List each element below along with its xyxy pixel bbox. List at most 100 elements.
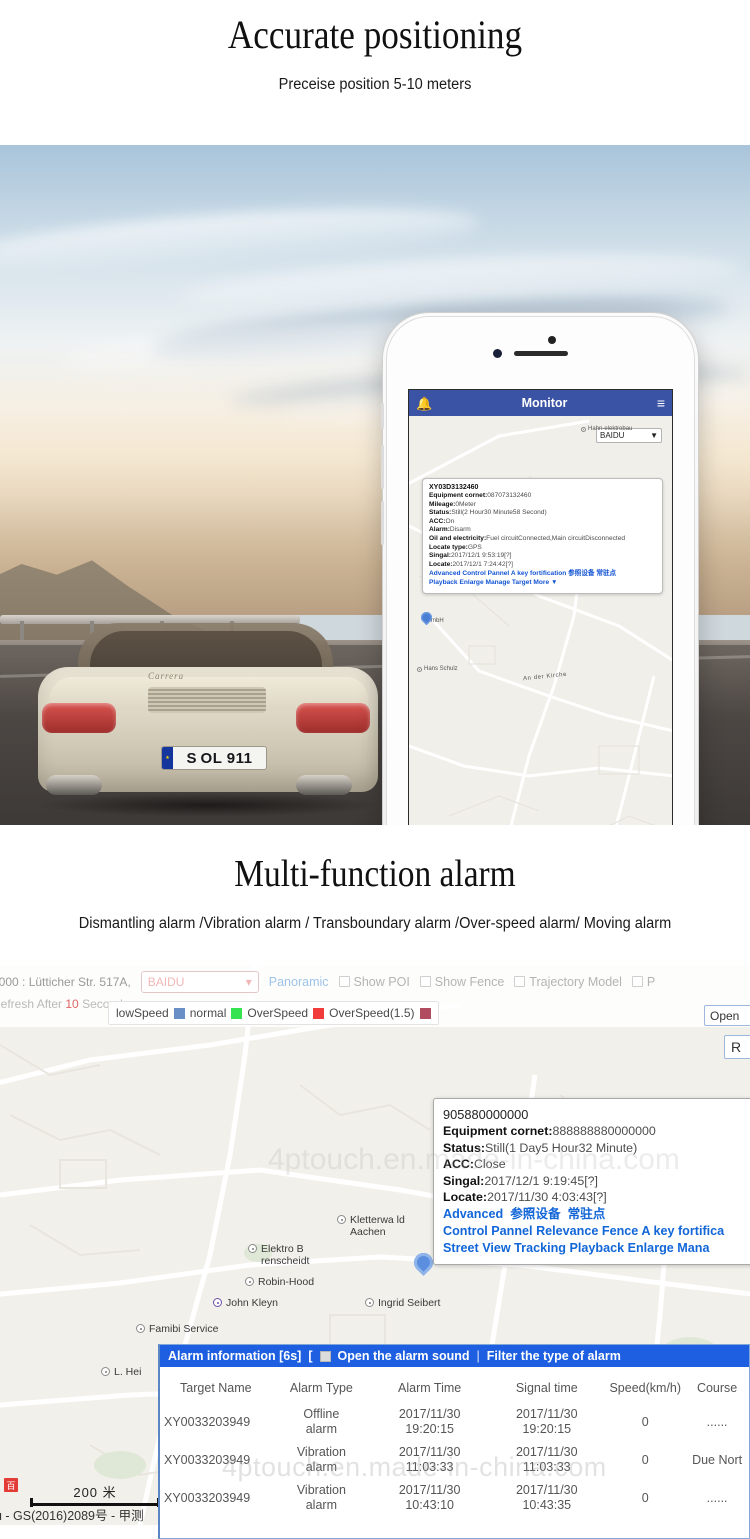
link-relevance-fence[interactable]: Relevance Fence <box>536 1224 638 1238</box>
alarm-table: Target Name Alarm Type Alarm Time Signal… <box>160 1377 749 1517</box>
hamburger-menu-icon[interactable]: ≡ <box>657 396 665 410</box>
info-row: Locate:2017/12/1 7:24:42[?] <box>429 561 656 570</box>
checkbox-box-icon[interactable] <box>514 976 526 987</box>
link-playback[interactable]: Playback <box>429 579 458 586</box>
page-title: Accurate positioning <box>227 12 523 57</box>
poi-name: L. Hei <box>114 1366 142 1378</box>
link-reference-device[interactable]: 参照设备 <box>568 570 594 577</box>
info-row: Alarm:Disarm <box>429 526 656 535</box>
link-manage[interactable]: Manage <box>485 579 510 586</box>
link-enlarge[interactable]: Enlarge <box>628 1241 674 1255</box>
cell-course: ...... <box>706 1490 728 1505</box>
alarm-panel-header: Alarm information [6s] [ Open the alarm … <box>160 1345 749 1367</box>
info-label: Equipment cornet: <box>429 492 488 499</box>
map-provider-select-desktop[interactable]: BAIDU ▾ <box>140 970 259 993</box>
phone-volume-down-button <box>381 501 384 545</box>
cell-target-name: XY0033203949 <box>164 1414 251 1429</box>
alarm-sound-checkbox[interactable] <box>319 1350 331 1362</box>
map-poi-label: Elektro B renscheidt <box>248 1243 323 1267</box>
legend-label: normal <box>189 1006 227 1020</box>
map-poi-label: Famibi Service <box>136 1323 218 1335</box>
poi-dot-icon <box>248 1244 257 1253</box>
link-a-key-fortification[interactable]: A key fortifica <box>641 1224 724 1238</box>
link-reference-device[interactable]: 参照设备 <box>510 1207 560 1221</box>
checkbox-partial[interactable]: P <box>631 975 655 989</box>
info-value: 0Meter <box>455 500 476 508</box>
map-copyright: du - GS(2016)2089号 - 甲测 <box>0 1509 144 1523</box>
link-target[interactable]: Target <box>512 579 532 586</box>
refresh-seconds: 10 <box>65 997 79 1011</box>
refresh-prefix: Refresh After <box>0 997 63 1011</box>
popup-links-row-1: Advanced Control Pannel A key fortificat… <box>429 569 656 578</box>
table-row[interactable]: XY0033203949 Vibration alarm 2017/11/30 10… <box>160 1479 749 1517</box>
info-row: Locate type:GPS <box>429 544 656 553</box>
link-manage[interactable]: Mana <box>677 1241 709 1255</box>
checkbox-box-icon[interactable] <box>419 976 431 987</box>
checkbox-box-icon[interactable] <box>631 976 643 987</box>
link-street-view[interactable]: Street View <box>443 1241 511 1255</box>
legend-label: OverSpeed <box>247 1006 309 1020</box>
legend-label: lowSpeed <box>116 1006 169 1020</box>
app-title: Monitor <box>521 396 568 410</box>
link-resident-point[interactable]: 常驻点 <box>568 1207 606 1221</box>
link-playback[interactable]: Playback <box>569 1241 624 1255</box>
info-value: Fuel circuitConnected,Main circuitDiscon… <box>486 534 626 542</box>
page-title-2: Multi-function alarm <box>234 853 516 895</box>
link-control-pannel[interactable]: Control Pannel <box>443 1224 533 1238</box>
cell-course: Due Nort <box>692 1452 743 1467</box>
checkbox-box-icon[interactable] <box>338 976 350 987</box>
popup-links-row-2: Playback Enlarge Manage Target More ▼ <box>429 578 656 587</box>
column-alarm-time: Alarm Time <box>398 1381 462 1395</box>
map-location-marker[interactable] <box>418 609 435 627</box>
popup-links-row-1: Advanced 参照设备 常驻点 <box>443 1206 750 1223</box>
car-shadow <box>36 793 382 817</box>
info-value: 2017/11/30 4:03:43[?] <box>487 1190 607 1205</box>
eu-flag-icon: ★ <box>162 747 173 769</box>
info-label: Locate: <box>429 560 453 568</box>
poi-name: John Kleyn <box>226 1297 278 1309</box>
phone-map-canvas[interactable]: BAIDU ▼ Hahn-elektrobau Hans Schulz An d… <box>409 416 672 825</box>
info-label: Equipment cornet: <box>443 1124 553 1138</box>
link-control-pannel[interactable]: Control Pannel <box>462 570 509 577</box>
panoramic-link[interactable]: Panoramic <box>269 975 329 989</box>
cell-speed: 0 <box>641 1452 649 1467</box>
bell-icon[interactable]: 🔔 <box>416 397 432 410</box>
info-row: Mileage:0Meter <box>429 501 656 510</box>
column-signal-time: Signal time <box>515 1381 578 1395</box>
link-advanced[interactable]: Advanced <box>443 1207 503 1221</box>
r-button[interactable]: R <box>724 1035 750 1059</box>
cell-alarm-time: 2017/11/30 10:43:10 <box>398 1483 461 1512</box>
checkbox-show-fence[interactable]: Show Fence <box>419 975 504 989</box>
table-row[interactable]: XY0033203949 Vibration alarm 2017/11/30 11… <box>160 1441 749 1479</box>
link-tracking[interactable]: Tracking <box>514 1241 566 1255</box>
link-resident-point[interactable]: 常驻点 <box>596 570 616 577</box>
map-location-marker-desktop[interactable] <box>410 1249 437 1279</box>
link-advanced[interactable]: Advanced <box>429 570 461 577</box>
info-value: 087073132460 <box>487 492 532 499</box>
exhaust-right <box>296 775 352 795</box>
page-subtitle-2: Dismantling alarm /Vibration alarm / Tra… <box>78 915 672 932</box>
filter-alarm-type-link[interactable]: Filter the type of alarm <box>487 1349 621 1363</box>
cell-signal-time: 2017/11/30 19:20:15 <box>515 1407 578 1436</box>
table-row[interactable]: XY0033203949 Offline alarm 2017/11/30 19:2… <box>160 1403 749 1441</box>
link-more[interactable]: More ▼ <box>533 579 557 586</box>
poi-dot-icon <box>101 1367 110 1376</box>
map-provider-value: BAIDU <box>600 431 625 440</box>
open-button[interactable]: Open <box>704 1005 750 1026</box>
alarm-information-panel: Alarm information [6s] [ Open the alarm … <box>158 1344 750 1539</box>
license-plate: ★ S OL 911 <box>161 746 267 770</box>
info-label: Alarm: <box>429 526 450 534</box>
checkbox-show-poi[interactable]: Show POI <box>338 975 410 989</box>
device-info-popup-desktop: 905880000000 Equipment cornet:8888888800… <box>433 1098 750 1265</box>
poi-dot-icon <box>136 1324 145 1333</box>
poi-dot-icon <box>213 1298 222 1307</box>
poi-name: Robin-Hood <box>258 1276 315 1288</box>
sports-car: Carrera ★ S OL 911 <box>28 615 388 825</box>
cell-alarm-type: Vibration alarm <box>296 1483 346 1512</box>
checkbox-trajectory-model[interactable]: Trajectory Model <box>514 975 622 989</box>
toolbar-row-1: 0000 : Lütticher Str. 517A, BAIDU ▾ Pano… <box>0 965 750 998</box>
link-a-key-fortification[interactable]: A key fortification <box>511 570 566 577</box>
info-value: 2017/12/1 9:53:19[?] <box>450 552 512 560</box>
link-enlarge[interactable]: Enlarge <box>459 579 483 586</box>
info-value: 2017/12/1 7:24:42[?] <box>452 560 513 568</box>
